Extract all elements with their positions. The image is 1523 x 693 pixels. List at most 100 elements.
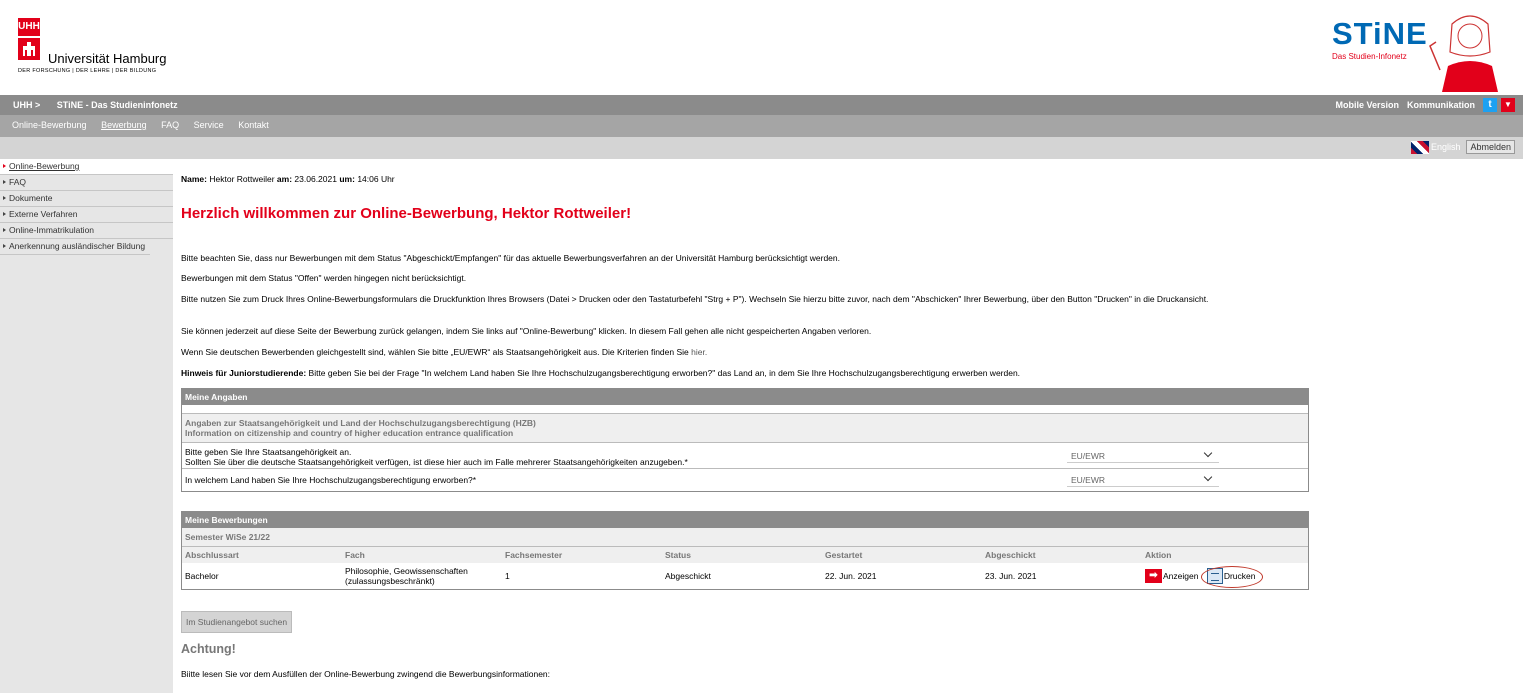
hzb-country-select[interactable]: EU/EWR: [1067, 472, 1219, 487]
column-header: Status: [662, 547, 822, 563]
english-link[interactable]: English: [1431, 142, 1461, 152]
info-paragraph-5-text: Wenn Sie deutschen Bewerbenden gleichges…: [181, 347, 689, 357]
hzb-heading-de: Angaben zur Staatsangehörigkeit und Land…: [185, 418, 536, 428]
breadcrumb-bar: UHH > STiNE - Das Studieninfonetz Mobile…: [0, 95, 1523, 115]
topbar-links: Mobile Version Kommunikation t ▼: [1335, 98, 1515, 112]
sidebar-item-dokumente[interactable]: Dokumente: [0, 191, 173, 207]
info-paragraph-1: Bitte beachten Sie, dass nur Bewerbungen…: [181, 253, 840, 263]
login-date: 23.06.2021: [294, 174, 337, 184]
cell-fachsemester: 1: [505, 571, 510, 581]
citizenship-row: Bitte geben Sie Ihre Staatsangehörigkeit…: [182, 443, 1308, 469]
name-label: Name:: [181, 174, 207, 184]
nav-online-bewerbung[interactable]: Online-Bewerbung: [12, 120, 87, 130]
info-paragraph-3: Bitte nutzen Sie zum Druck Ihres Online-…: [181, 294, 1209, 304]
citizenship-select-value: EU/EWR: [1071, 451, 1105, 461]
sidebar-item-label: Online-Immatrikulation: [9, 225, 95, 235]
sidebar-item-faq[interactable]: FAQ: [0, 175, 173, 191]
highlight-circle: [1201, 566, 1263, 588]
cell-abschlussart: Bachelor: [185, 571, 219, 581]
info-paragraph-6: Hinweis für Juniorstudierende: Bitte geb…: [181, 368, 1311, 378]
nav-kontakt[interactable]: Kontakt: [238, 120, 269, 130]
stine-mascot-icon: [1429, 15, 1498, 92]
applications-table: Abschlussart Fach Fachsemester Status Ge…: [182, 547, 1308, 589]
uhh-badge: UHH: [18, 18, 40, 36]
sidebar-item-label: Externe Verfahren: [9, 209, 78, 219]
nav-faq[interactable]: FAQ: [161, 120, 179, 130]
cell-aktion: ➡ Anzeigen Drucken: [1142, 563, 1308, 589]
sidebar-item-label: Anerkennung ausländischer Bildung: [9, 241, 146, 251]
column-header: Abgeschickt: [982, 547, 1142, 563]
twitter-icon[interactable]: t: [1483, 98, 1497, 112]
sidebar-item-externe-verfahren[interactable]: Externe Verfahren: [0, 207, 173, 223]
university-tagline: DER FORSCHUNG | DER LEHRE | DER BILDUNG: [18, 68, 157, 74]
info-paragraph-5: Wenn Sie deutschen Bewerbenden gleichges…: [181, 347, 1311, 357]
language-bar: English Abmelden: [0, 137, 1523, 159]
meine-bewerbungen-title: Meine Bewerbungen: [182, 512, 1308, 528]
breadcrumb-uhh[interactable]: UHH >: [13, 100, 40, 110]
stine-title: STiNE: [1332, 16, 1428, 51]
time-label: um:: [339, 174, 355, 184]
semester-heading: Semester WiSe 21/22: [182, 528, 1308, 547]
column-header: Gestartet: [822, 547, 982, 563]
user-name: Hektor Rottweiler: [209, 174, 275, 184]
meine-angaben-title: Meine Angaben: [182, 389, 1308, 405]
cell-abgeschickt: 23. Jun. 2021: [985, 571, 1037, 581]
achtung-text: Biitte lesen Sie vor dem Ausfüllen der O…: [181, 669, 551, 679]
sidebar-item-label: FAQ: [9, 177, 27, 187]
arrow-right-icon: ➡: [1145, 569, 1162, 583]
cell-fach: Philosophie, Geowissenschaften (zulassun…: [342, 563, 502, 589]
stine-logo[interactable]: STiNE Das Studien-Infonetz: [1330, 15, 1520, 92]
sidebar-item-online-immatrikulation[interactable]: Online-Immatrikulation: [0, 223, 173, 239]
breadcrumb-stine[interactable]: STiNE - Das Studieninfonetz: [57, 100, 178, 110]
nav-service[interactable]: Service: [194, 120, 224, 130]
meine-angaben-panel: Meine Angaben Angaben zur Staatsangehöri…: [181, 388, 1309, 492]
junior-hint-text: Bitte geben Sie bei der Frage "In welche…: [308, 368, 1021, 378]
junior-hint-label: Hinweis für Juniorstudierende:: [181, 368, 307, 378]
sidebar-item-anerkennung[interactable]: Anerkennung ausländischer Bildung: [0, 239, 150, 255]
kommunikation-link[interactable]: Kommunikation: [1407, 100, 1475, 110]
stine-subtitle: Das Studien-Infonetz: [1332, 52, 1407, 61]
university-name: Universität Hamburg: [48, 51, 167, 66]
criteria-link[interactable]: hier.: [691, 347, 707, 357]
chevron-down-icon: [1203, 448, 1213, 458]
sidebar: Online-Bewerbung FAQ Dokumente Externe V…: [0, 159, 173, 693]
hzb-country-row: In welchem Land haben Sie Ihre Hochschul…: [182, 469, 1308, 491]
meine-bewerbungen-panel: Meine Bewerbungen Semester WiSe 21/22 Ab…: [181, 511, 1309, 590]
chevron-down-icon[interactable]: ▼: [1501, 98, 1515, 112]
cell-gestartet: 22. Jun. 2021: [825, 571, 877, 581]
uhh-logo[interactable]: UHH Universität Hamburg DER FORSCHUNG | …: [18, 18, 167, 74]
hammonia-icon: [18, 38, 40, 60]
session-info: Name: Hektor Rottweiler am: 23.06.2021 u…: [181, 174, 395, 184]
table-row: Bachelor Philosophie, Geowissenschaften …: [182, 563, 1308, 589]
hzb-section-heading: Angaben zur Staatsangehörigkeit und Land…: [182, 413, 1308, 443]
achtung-heading: Achtung!: [181, 642, 236, 656]
fach-name: Philosophie, Geowissenschaften: [345, 566, 468, 576]
hzb-country-select-value: EU/EWR: [1071, 475, 1105, 485]
mobile-version-link[interactable]: Mobile Version: [1335, 100, 1399, 110]
page-title: Herzlich willkommen zur Online-Bewerbung…: [181, 205, 632, 222]
sidebar-item-online-bewerbung[interactable]: Online-Bewerbung: [0, 159, 173, 175]
date-label: am:: [276, 174, 293, 184]
anzeigen-button[interactable]: ➡ Anzeigen: [1145, 569, 1198, 583]
table-header-row: Abschlussart Fach Fachsemester Status Ge…: [182, 547, 1308, 563]
chevron-down-icon: [1203, 472, 1213, 482]
info-paragraph-2: Bewerbungen mit dem Status "Offen" werde…: [181, 273, 467, 283]
nav-bewerbung[interactable]: Bewerbung: [101, 120, 147, 130]
hzb-heading-en: Information on citizenship and country o…: [185, 428, 514, 438]
citizenship-select[interactable]: EU/EWR: [1067, 448, 1219, 463]
main-nav: Online-Bewerbung Bewerbung FAQ Service K…: [0, 115, 1523, 137]
uk-flag-icon[interactable]: [1410, 140, 1429, 154]
search-study-offer-button[interactable]: Im Studienangebot suchen: [181, 611, 293, 633]
info-paragraph-4: Sie können jederzeit auf diese Seite der…: [181, 326, 872, 336]
logout-button[interactable]: Abmelden: [1466, 140, 1515, 154]
column-header: Fachsemester: [502, 547, 662, 563]
fach-note: (zulassungsbeschränkt): [345, 576, 435, 586]
cell-status: Abgeschickt: [665, 571, 711, 581]
login-time: 14:06 Uhr: [357, 174, 395, 184]
page-header: UHH Universität Hamburg DER FORSCHUNG | …: [0, 0, 1523, 95]
breadcrumb: UHH > STiNE - Das Studieninfonetz: [13, 100, 192, 110]
anzeigen-label: Anzeigen: [1163, 571, 1199, 581]
column-header: Aktion: [1142, 547, 1308, 563]
sidebar-item-label: Dokumente: [9, 193, 53, 203]
sidebar-item-label: Online-Bewerbung: [9, 161, 80, 171]
